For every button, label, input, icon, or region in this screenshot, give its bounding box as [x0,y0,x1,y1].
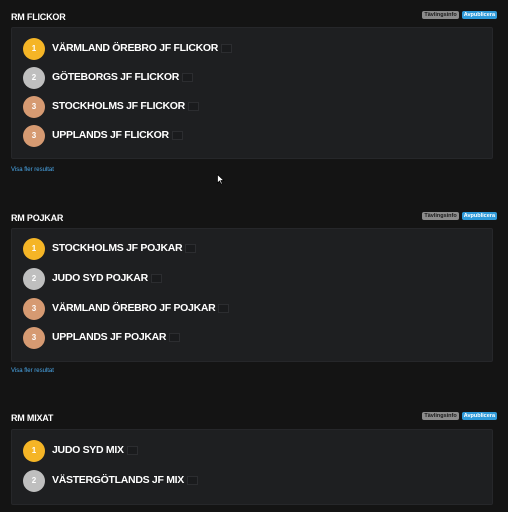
flag-icon [150,273,162,283]
result-row[interactable]: 2 JUDO SYD POJKAR [12,264,492,294]
competition-info-button[interactable]: Tävlingsinfo [422,212,459,220]
result-row[interactable]: 3 STOCKHOLMS JF FLICKOR [12,92,492,122]
result-row[interactable]: 1 STOCKHOLMS JF POJKAR [12,234,492,264]
show-more-results-link[interactable]: Visa fler resultat [11,167,54,173]
flag-icon [182,72,194,82]
team-name: VÄRMLAND ÖREBRO JF POJKAR [52,302,216,314]
gold-medal-icon: 1 [23,38,45,60]
bronze-medal-icon: 3 [23,298,45,320]
section-actions: Tävlingsinfo Avpublicera [422,11,497,19]
team-name: JUDO SYD POJKAR [52,272,148,284]
section-title: RM POJKAR [11,213,64,223]
unpublish-button[interactable]: Avpublicera [461,11,497,19]
results-page: RM FLICKOR Tävlingsinfo Avpublicera 1 VÄ… [0,0,508,512]
result-row[interactable]: 3 VÄRMLAND ÖREBRO JF POJKAR [12,294,492,324]
team-name: VÄRMLAND ÖREBRO JF FLICKOR [52,42,219,54]
section-title: RM FLICKOR [11,12,66,22]
gold-medal-icon: 1 [23,440,45,462]
result-row[interactable]: 2 VÄSTERGÖTLANDS JF MIX [12,466,492,496]
results-card: 1 STOCKHOLMS JF POJKAR 2 JUDO SYD POJKAR… [11,228,493,362]
flag-icon [171,130,183,140]
silver-medal-icon: 2 [23,268,45,290]
flag-icon [221,43,233,53]
flag-icon [218,303,230,313]
competition-info-button[interactable]: Tävlingsinfo [422,11,459,19]
flag-icon [169,332,181,342]
section-actions: Tävlingsinfo Avpublicera [422,412,497,420]
section-header: RM POJKAR Tävlingsinfo Avpublicera [11,211,497,225]
competition-info-button[interactable]: Tävlingsinfo [422,412,459,420]
bronze-medal-icon: 3 [23,327,45,349]
results-card: 1 JUDO SYD MIX 2 VÄSTERGÖTLANDS JF MIX [11,429,493,505]
bronze-medal-icon: 3 [23,96,45,118]
team-name: UPPLANDS JF FLICKOR [52,129,169,141]
result-row[interactable]: 1 JUDO SYD MIX [12,436,492,466]
silver-medal-icon: 2 [23,470,45,492]
unpublish-button[interactable]: Avpublicera [461,412,497,420]
result-row[interactable]: 3 UPPLANDS JF POJKAR [12,323,492,353]
result-row[interactable]: 3 UPPLANDS JF FLICKOR [12,121,492,151]
unpublish-button[interactable]: Avpublicera [461,212,497,220]
section-header: RM MIXAT Tävlingsinfo Avpublicera [11,411,497,425]
mouse-cursor-icon [217,174,225,185]
flag-icon [185,243,197,253]
team-name: VÄSTERGÖTLANDS JF MIX [52,474,184,486]
show-more-results-link[interactable]: Visa fler resultat [11,368,54,374]
flag-icon [126,445,138,455]
team-name: GÖTEBORGS JF FLICKOR [52,71,180,83]
gold-medal-icon: 1 [23,238,45,260]
flag-icon [186,475,198,485]
result-row[interactable]: 2 GÖTEBORGS JF FLICKOR [12,63,492,93]
bronze-medal-icon: 3 [23,125,45,147]
team-name: JUDO SYD MIX [52,444,124,456]
silver-medal-icon: 2 [23,67,45,89]
results-card: 1 VÄRMLAND ÖREBRO JF FLICKOR 2 GÖTEBORGS… [11,27,493,159]
flag-icon [187,101,199,111]
section-title: RM MIXAT [11,413,54,423]
section-header: RM FLICKOR Tävlingsinfo Avpublicera [11,10,497,24]
team-name: STOCKHOLMS JF POJKAR [52,242,183,254]
team-name: STOCKHOLMS JF FLICKOR [52,100,185,112]
team-name: UPPLANDS JF POJKAR [52,331,167,343]
result-row[interactable]: 1 VÄRMLAND ÖREBRO JF FLICKOR [12,34,492,64]
section-actions: Tävlingsinfo Avpublicera [422,212,497,220]
